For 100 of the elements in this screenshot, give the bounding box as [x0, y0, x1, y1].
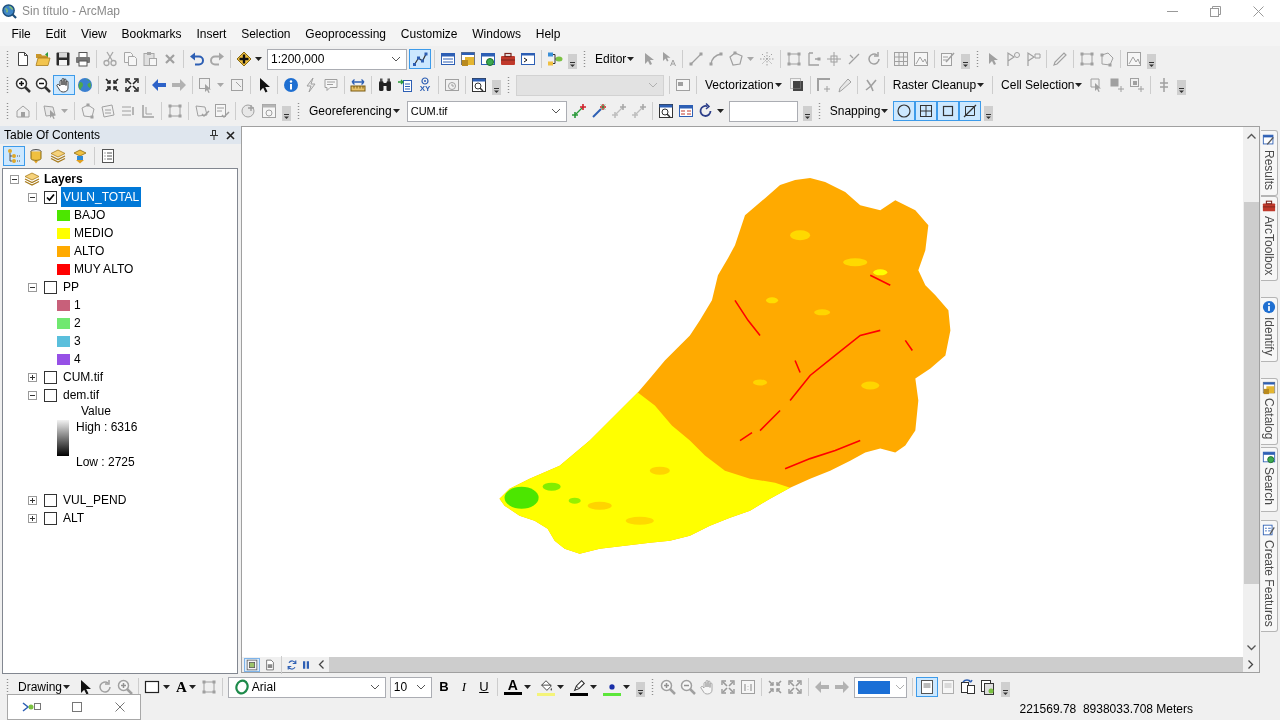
binoculars-icon[interactable]	[377, 77, 393, 93]
caret-icon[interactable]	[255, 57, 262, 61]
drag-handle-icon[interactable]	[507, 76, 510, 94]
python-window-icon[interactable]	[520, 51, 536, 67]
zoom-out-icon[interactable]	[35, 77, 51, 93]
drag-handle-icon[interactable]	[650, 678, 654, 696]
expand-icon[interactable]	[28, 495, 37, 505]
toolbox-icon[interactable]	[500, 51, 516, 67]
square-nodes-icon[interactable]	[167, 103, 183, 119]
control-point-plus-icon[interactable]	[570, 103, 587, 119]
drag-handle-icon[interactable]	[6, 76, 9, 94]
route-list-icon[interactable]	[397, 77, 413, 93]
drag-handle-icon[interactable]	[583, 50, 586, 68]
rectangle-icon[interactable]	[144, 679, 160, 695]
drawing-menu[interactable]: Drawing	[13, 677, 75, 697]
dotted-star-icon[interactable]	[759, 51, 776, 67]
menu-item[interactable]: Selection	[233, 25, 298, 43]
side-tab[interactable]: Catalog	[1261, 378, 1278, 446]
scroll-right-icon[interactable]	[1248, 660, 1254, 669]
square-plus-icon[interactable]	[1129, 77, 1146, 93]
checkbox[interactable]	[44, 388, 57, 402]
clear-selection-icon[interactable]	[229, 77, 245, 93]
line-icon[interactable]	[688, 51, 705, 67]
toolbar-options-icon[interactable]	[635, 682, 645, 697]
menu-item[interactable]: Geoprocessing	[297, 25, 394, 43]
vectorization-menu[interactable]: Vectorization	[700, 75, 787, 95]
text-tool-button[interactable]: A	[176, 679, 187, 695]
window-icon[interactable]	[675, 77, 691, 93]
collapse-icon[interactable]	[10, 174, 19, 184]
scroll-thumb[interactable]	[1243, 202, 1259, 584]
layer-name[interactable]: VULN_TOTAL	[61, 187, 142, 207]
scale-combo[interactable]: 1:200,000	[267, 48, 407, 70]
arrows-inward-icon[interactable]	[104, 77, 120, 93]
side-tab[interactable]: Results	[1261, 130, 1278, 196]
collapse-icon[interactable]	[28, 390, 37, 400]
color-combo[interactable]	[853, 676, 907, 698]
dropdown-field[interactable]	[516, 74, 664, 96]
menu-item[interactable]: Help	[528, 25, 568, 43]
caret-icon[interactable]	[977, 83, 985, 87]
caret-icon[interactable]	[188, 685, 196, 689]
restore-icon[interactable]	[1210, 5, 1221, 17]
toolbar-options-icon[interactable]	[984, 106, 994, 121]
checkbox[interactable]	[44, 511, 57, 525]
checkbox[interactable]	[44, 280, 57, 294]
chevron-down-icon[interactable]	[391, 56, 401, 62]
menu-item[interactable]: Customize	[393, 25, 465, 43]
flag-square-icon[interactable]	[1025, 51, 1042, 67]
chevron-down-icon[interactable]	[550, 108, 561, 114]
georeferencing-menu[interactable]: Georeferencing	[304, 101, 405, 121]
pencil-icon[interactable]	[835, 77, 852, 93]
caret-icon[interactable]	[392, 109, 400, 113]
toolbar-options-icon[interactable]	[1000, 682, 1010, 697]
polygon-icon[interactable]	[728, 51, 745, 67]
font-combo[interactable]: Arial	[227, 676, 386, 698]
input-field[interactable]	[728, 100, 798, 122]
collapse-icon[interactable]	[28, 192, 37, 202]
page-check-icon[interactable]	[214, 103, 230, 119]
raster-cleanup-menu[interactable]: Raster Cleanup	[887, 75, 990, 95]
drag-handle-icon[interactable]	[6, 102, 9, 120]
info-icon[interactable]	[283, 77, 299, 93]
side-tab[interactable]: Create Features	[1261, 519, 1278, 633]
rotate-icon[interactable]	[866, 51, 883, 67]
printer-icon[interactable]	[75, 51, 91, 67]
drag-handle-icon[interactable]	[817, 102, 821, 120]
caret-icon[interactable]	[523, 685, 531, 689]
table-window-icon[interactable]	[440, 51, 456, 67]
drag-handle-icon[interactable]	[6, 50, 9, 68]
magnifier-window-icon[interactable]	[471, 77, 487, 93]
undo-icon[interactable]	[189, 51, 205, 67]
square-plus-icon[interactable]	[1109, 77, 1126, 93]
pin-icon[interactable]	[210, 130, 218, 140]
arrows-outward-icon[interactable]	[124, 77, 140, 93]
editor-menu[interactable]: Editor	[590, 49, 640, 69]
side-tab[interactable]: ArcToolbox	[1261, 196, 1278, 282]
side-tab[interactable]: Search	[1261, 447, 1278, 512]
new-document-icon[interactable]	[15, 51, 31, 67]
layer-name[interactable]: CUM.tif	[61, 367, 105, 387]
menu-item[interactable]: Bookmarks	[114, 25, 189, 43]
layer-name[interactable]: ALT	[61, 508, 87, 528]
menu-item[interactable]: File	[4, 25, 39, 43]
pen-icon[interactable]	[1052, 51, 1069, 67]
drag-handle-icon[interactable]	[976, 50, 980, 68]
collapse-icon[interactable]	[28, 282, 37, 292]
globe-icon[interactable]	[77, 77, 93, 93]
square-nodes-icon[interactable]	[1079, 51, 1096, 67]
cell-selection-menu[interactable]: Cell Selection	[996, 75, 1088, 95]
scroll-down-icon[interactable]	[1246, 645, 1256, 651]
maximize-icon[interactable]	[72, 702, 82, 712]
nodes-icon[interactable]	[22, 700, 42, 714]
polygon-lines-icon[interactable]	[100, 103, 116, 119]
refresh-icon[interactable]	[286, 658, 298, 671]
speech-bubble-icon[interactable]	[323, 77, 339, 93]
back-arrow-icon[interactable]	[151, 77, 167, 93]
toolbar-options-icon[interactable]	[492, 80, 501, 95]
layer-name[interactable]: dem.tif	[61, 385, 101, 405]
scroll-left-icon[interactable]	[318, 660, 324, 669]
list-options-icon[interactable]	[100, 148, 116, 164]
caret-icon[interactable]	[774, 83, 782, 87]
corner-plus-icon[interactable]	[815, 77, 832, 93]
layer-name[interactable]: VUL_PEND	[61, 490, 129, 510]
